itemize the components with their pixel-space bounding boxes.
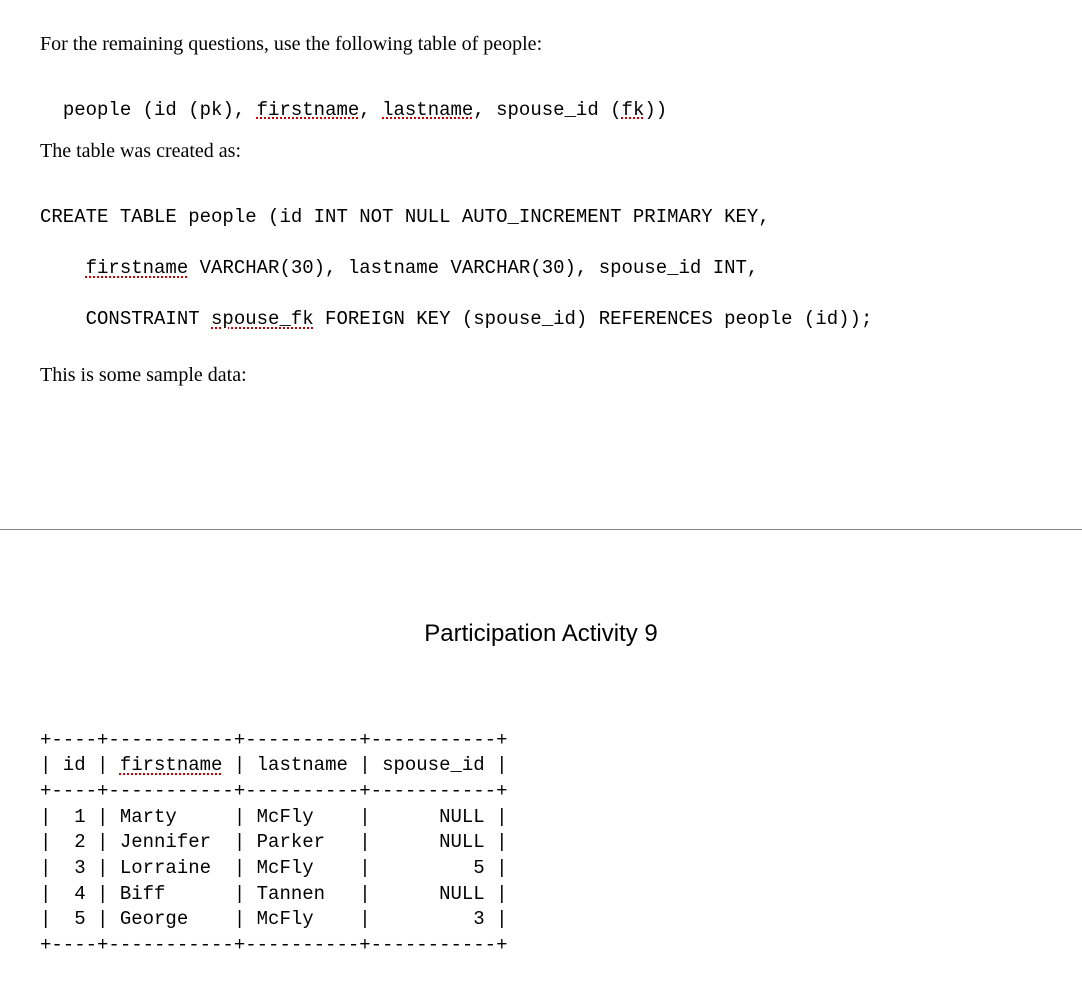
sample-data-text: This is some sample data: <box>40 361 1042 389</box>
table-header-row: | id | firstname | lastname | spouse_id … <box>40 753 1042 779</box>
sql-indent <box>40 257 86 279</box>
table-row: | 3 | Lorraine | McFly | 5 | <box>40 856 1042 882</box>
table-row: | 4 | Biff | Tannen | NULL | <box>40 882 1042 908</box>
sql-indent-3: CONSTRAINT <box>40 308 211 330</box>
schema-mid: , spouse_id ( <box>473 99 621 121</box>
page-divider <box>0 529 1082 530</box>
header-firstname: firstname <box>120 754 223 776</box>
schema-fk: fk <box>622 99 645 121</box>
schema-firstname: firstname <box>257 99 360 121</box>
sql-line-1: CREATE TABLE people (id INT NOT NULL AUT… <box>40 205 1042 231</box>
sql-spouse-fk: spouse_fk <box>211 308 314 330</box>
sql-line-2: firstname VARCHAR(30), lastname VARCHAR(… <box>40 256 1042 282</box>
ascii-table: +----+-----------+----------+-----------… <box>40 728 1042 959</box>
create-table-sql: CREATE TABLE people (id INT NOT NULL AUT… <box>40 179 1042 358</box>
schema-prefix: people (id (pk), <box>63 99 257 121</box>
schema-suffix: )) <box>644 99 667 121</box>
table-row: | 5 | George | McFly | 3 | <box>40 907 1042 933</box>
sql-firstname: firstname <box>86 257 189 279</box>
intro-text: For the remaining questions, use the fol… <box>40 30 1042 58</box>
sql-line-3: CONSTRAINT spouse_fk FOREIGN KEY (spouse… <box>40 307 1042 333</box>
sql-line3-rest: FOREIGN KEY (spouse_id) REFERENCES peopl… <box>314 308 873 330</box>
created-as-text: The table was created as: <box>40 137 1042 165</box>
table-row: | 1 | Marty | McFly | NULL | <box>40 805 1042 831</box>
table-border-bottom: +----+-----------+----------+-----------… <box>40 933 1042 959</box>
schema-sep1: , <box>359 99 382 121</box>
schema-definition: people (id (pk), firstname, lastname, sp… <box>40 72 1042 123</box>
table-border-top: +----+-----------+----------+-----------… <box>40 728 1042 754</box>
activity-title: Participation Activity 9 <box>40 620 1042 648</box>
table-border-mid: +----+-----------+----------+-----------… <box>40 779 1042 805</box>
header-prefix: | id | <box>40 754 120 776</box>
schema-lastname: lastname <box>382 99 473 121</box>
header-rest: | lastname | spouse_id | <box>222 754 507 776</box>
table-row: | 2 | Jennifer | Parker | NULL | <box>40 830 1042 856</box>
sql-line2-rest: VARCHAR(30), lastname VARCHAR(30), spous… <box>188 257 758 279</box>
